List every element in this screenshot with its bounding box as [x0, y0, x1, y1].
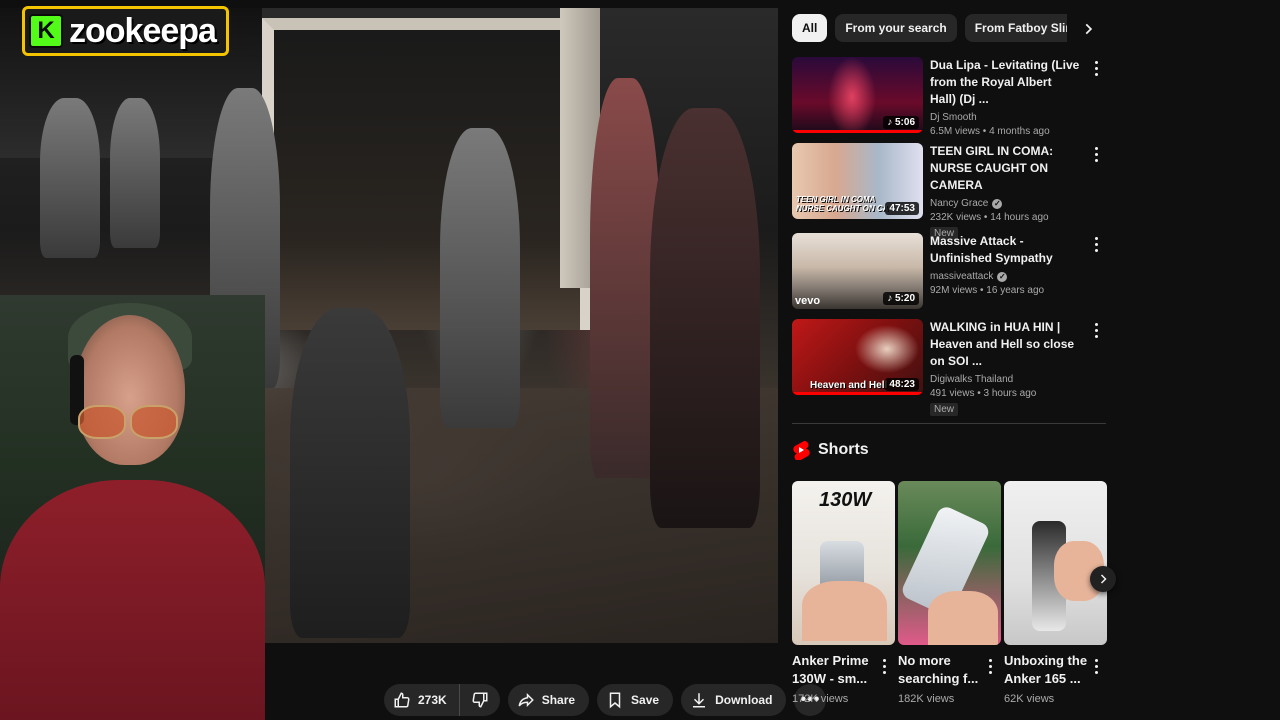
dislike-button[interactable] [460, 684, 500, 716]
short-item[interactable]: No more searching f... 182K views [898, 481, 1001, 705]
short-thumbnail[interactable]: 130W [792, 481, 895, 645]
channel-name[interactable]: Dj Smooth [930, 112, 1080, 123]
more-options-icon[interactable] [1090, 59, 1102, 77]
video-meta: 92M views • 16 years ago [930, 285, 1045, 296]
short-views: 172K views [792, 693, 849, 705]
music-note-icon: ♪ [887, 293, 895, 304]
video-title[interactable]: Massive Attack - Unfinished Sympathy [930, 233, 1080, 267]
chip-from-fatboy-slim[interactable]: From Fatboy Slim [964, 14, 1067, 42]
bookmark-icon [605, 690, 625, 710]
download-icon [689, 690, 709, 710]
sunglasses [78, 405, 178, 439]
chip-all[interactable]: All [792, 14, 828, 42]
duration-badge: 47:53 [885, 202, 919, 215]
webcam-face [75, 315, 185, 465]
recommended-video[interactable]: TEEN GIRL IN COMA NURSE CAUGHT ON CA 47:… [792, 143, 1102, 240]
short-thumbnail[interactable] [1004, 481, 1107, 645]
verified-check-icon: ✓ [997, 271, 1008, 282]
video-scene-booth [262, 18, 590, 330]
shorts-logo-icon [793, 440, 810, 460]
more-options-icon[interactable] [1090, 657, 1102, 675]
more-options-icon[interactable] [1090, 321, 1102, 339]
like-button[interactable]: 273K [384, 684, 460, 716]
hand-image [928, 591, 998, 645]
webcam-shirt [0, 480, 265, 720]
recommended-video[interactable]: Heaven and Hell 48:23 WALKING in HUA HIN… [792, 319, 1102, 416]
save-label: Save [631, 693, 660, 707]
more-options-icon[interactable] [984, 657, 996, 675]
thumbnail-text: 130W [819, 489, 872, 511]
thumbs-down-icon [470, 690, 490, 710]
video-scene-person [650, 108, 760, 528]
shorts-next-button[interactable] [1090, 566, 1116, 592]
channel-name[interactable]: Nancy Grace ✓ [930, 198, 1080, 209]
like-count: 273K [418, 693, 447, 707]
shorts-title: Shorts [818, 441, 869, 458]
music-note-icon: ♪ [887, 117, 895, 128]
video-title[interactable]: Dua Lipa - Levitating (Live from the Roy… [930, 57, 1080, 108]
share-icon [516, 690, 536, 710]
save-button[interactable]: Save [597, 684, 674, 716]
video-scene-person [110, 98, 160, 248]
duration-badge: ♪ 5:06 [883, 116, 919, 129]
video-meta: 232K views • 14 hours ago [930, 212, 1049, 223]
video-meta: 6.5M views • 4 months ago [930, 126, 1050, 137]
channel-name[interactable]: Digiwalks Thailand [930, 374, 1080, 385]
short-title[interactable]: Anker Prime 130W - sm... [792, 652, 876, 688]
video-thumbnail[interactable]: ♪ 5:06 [792, 57, 923, 133]
like-dislike-group: 273K [384, 684, 500, 716]
video-title[interactable]: WALKING in HUA HIN | Heaven and Hell so … [930, 319, 1080, 370]
video-thumbnail[interactable]: vevo ♪ 5:20 [792, 233, 923, 309]
chips-next-button[interactable] [1077, 18, 1099, 40]
streamer-logo: K zookeepa [22, 6, 229, 56]
shorts-header: Shorts [792, 440, 869, 460]
duration-badge: ♪ 5:20 [883, 292, 919, 305]
thumbnail-text: TEEN GIRL IN COMA NURSE CAUGHT ON CA [796, 195, 889, 213]
kick-logo-icon: K [29, 14, 63, 48]
watch-progress-bar [792, 392, 923, 395]
video-thumbnail[interactable]: Heaven and Hell 48:23 [792, 319, 923, 395]
short-title[interactable]: No more searching f... [898, 652, 982, 688]
video-scene-person [290, 308, 410, 638]
duration-badge: 48:23 [885, 378, 919, 391]
video-title[interactable]: TEEN GIRL IN COMA: NURSE CAUGHT ON CAMER… [930, 143, 1080, 194]
short-views: 62K views [1004, 693, 1055, 705]
new-badge: New [930, 403, 959, 416]
section-divider [792, 423, 1106, 424]
recommended-video[interactable]: vevo ♪ 5:20 Massive Attack - Unfinished … [792, 233, 1102, 313]
short-item[interactable]: 130W Anker Prime 130W - sm... 172K views [792, 481, 895, 705]
filter-chips: All From your search From Fatboy Slim F [792, 14, 1067, 42]
chevron-right-icon [1100, 574, 1107, 584]
short-title[interactable]: Unboxing the Anker 165 ... [1004, 652, 1088, 688]
more-options-icon[interactable] [1090, 235, 1102, 253]
chevron-right-icon [1085, 23, 1093, 35]
download-label: Download [715, 693, 773, 707]
vevo-logo: vevo [795, 295, 821, 307]
thumbs-up-icon [392, 690, 412, 710]
short-item[interactable]: Unboxing the Anker 165 ... 62K views [1004, 481, 1107, 705]
hand-image [802, 581, 887, 641]
share-label: Share [541, 693, 576, 707]
channel-name[interactable]: massiveattack ✓ [930, 271, 1080, 282]
video-scene-person [440, 128, 520, 428]
video-actions: 273K Share Save Download ••• [384, 684, 827, 716]
video-meta: 491 views • 3 hours ago [930, 388, 1037, 399]
video-scene-person [40, 98, 100, 258]
verified-check-icon: ✓ [992, 198, 1003, 209]
short-views: 182K views [898, 693, 955, 705]
webcam-overlay [0, 295, 265, 720]
more-options-icon[interactable] [1090, 145, 1102, 163]
chip-from-your-search[interactable]: From your search [835, 14, 957, 42]
thumbnail-text: Heaven and Hell [810, 380, 888, 391]
video-thumbnail[interactable]: TEEN GIRL IN COMA NURSE CAUGHT ON CA 47:… [792, 143, 923, 219]
recommended-video[interactable]: ♪ 5:06 Dua Lipa - Levitating (Live from … [792, 57, 1102, 137]
more-options-icon[interactable] [878, 657, 890, 675]
watch-progress-bar [792, 130, 923, 133]
share-button[interactable]: Share [507, 684, 590, 716]
logo-text: zookeepa [69, 11, 217, 50]
download-button[interactable]: Download [681, 684, 787, 716]
short-thumbnail[interactable] [898, 481, 1001, 645]
